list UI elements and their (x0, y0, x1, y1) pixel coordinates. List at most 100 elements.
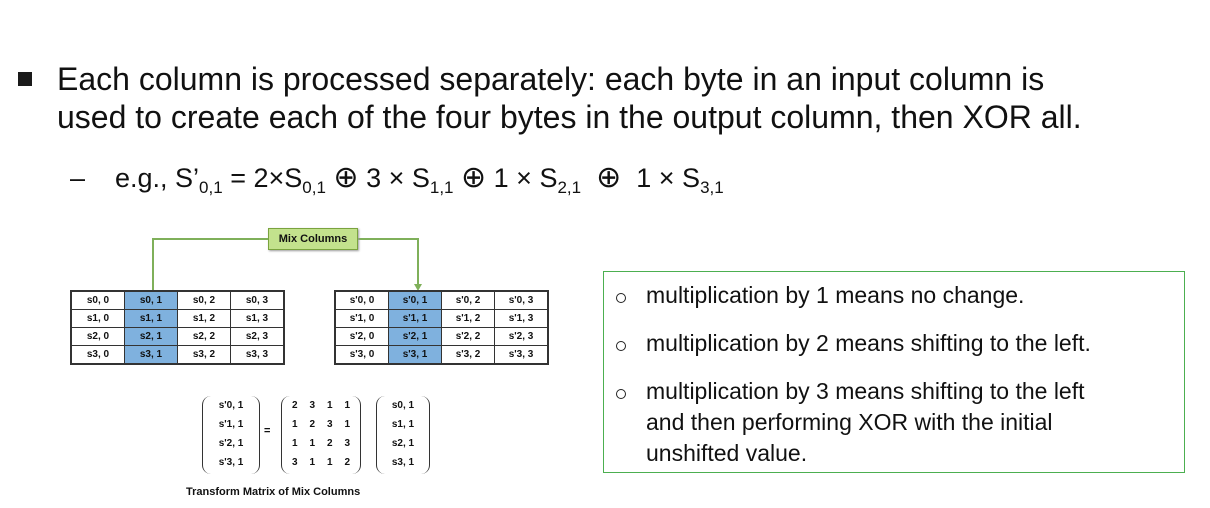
vector-cell: s1, 1 (391, 419, 415, 430)
xor-symbol: ⊕ (333, 161, 359, 194)
matrix-row: 2311 (282, 396, 360, 415)
input-column-vector: s0, 1 s1, 1 s2, 1 s3, 1 (376, 396, 430, 474)
grid-row: s'2, 0 s'2, 1 s'2, 2 s'2, 3 (334, 327, 549, 346)
notes-box: multiplication by 1 means no change. mul… (603, 271, 1185, 473)
grid-row: s'1, 0 s'1, 1 s'1, 2 s'1, 3 (334, 309, 549, 328)
grid-cell: s'1, 0 (334, 309, 389, 328)
matrix-row: 1231 (282, 415, 360, 434)
grid-cell: s'3, 3 (494, 345, 549, 365)
grid-cell: s'1, 2 (441, 309, 495, 328)
transform-matrix: 2311123111233112 (281, 396, 361, 474)
matrix-cell: 3 (309, 400, 316, 411)
grid-cell-highlighted: s2, 1 (124, 327, 178, 346)
matrix-cell: 1 (309, 438, 316, 449)
formula-term: = 2×S (222, 163, 303, 193)
grid-cell-highlighted: s1, 1 (124, 309, 178, 328)
formula-sub: 2,1 (557, 178, 582, 197)
matrix-cell: 1 (291, 438, 298, 449)
grid-row: s'3, 0 s'3, 1 s'3, 2 s'3, 3 (334, 345, 549, 365)
grid-cell: s'0, 0 (334, 290, 389, 310)
diagram-caption: Transform Matrix of Mix Columns (186, 486, 361, 498)
grid-cell: s1, 3 (230, 309, 285, 328)
note-text: multiplication by 2 means shifting to th… (646, 330, 1091, 356)
equals-sign: = (264, 425, 271, 437)
matrix-row: 1123 (282, 434, 360, 453)
grid-cell: s'2, 2 (441, 327, 495, 346)
note-text: multiplication by 1 means no change. (646, 282, 1025, 308)
grid-row: s2, 0 s2, 1 s2, 2 s2, 3 (70, 327, 285, 346)
vector-cell: s0, 1 (391, 400, 415, 411)
grid-cell: s'0, 3 (494, 290, 549, 310)
vector-cell: s'2, 1 (218, 438, 244, 449)
formula-sub: 3,1 (700, 178, 724, 197)
matrix-cell: 2 (344, 457, 351, 468)
grid-cell-highlighted: s3, 1 (124, 345, 178, 365)
matrix-cell: 2 (326, 438, 333, 449)
matrix-cell: 2 (291, 400, 298, 411)
grid-row: s0, 0 s0, 1 s0, 2 s0, 3 (70, 290, 285, 310)
matrix-cell: 1 (326, 457, 333, 468)
circle-bullet-icon (616, 341, 626, 351)
grid-cell: s0, 3 (230, 290, 285, 310)
matrix-cell: 3 (291, 457, 298, 468)
grid-row: s1, 0 s1, 1 s1, 2 s1, 3 (70, 309, 285, 328)
matrix-row: 3112 (282, 453, 360, 472)
input-state-grid: s0, 0 s0, 1 s0, 2 s0, 3 s1, 0 s1, 1 s1, 2 s1, 3… (70, 290, 285, 365)
matrix-cell: 3 (344, 438, 351, 449)
note-text: unshifted value. (646, 440, 808, 466)
grid-cell: s'3, 2 (441, 345, 495, 365)
grid-cell: s2, 2 (177, 327, 231, 346)
vector-cell: s3, 1 (391, 457, 415, 468)
formula-prefix: e.g., S’ (115, 163, 200, 193)
connector-line (152, 238, 268, 240)
grid-cell: s3, 2 (177, 345, 231, 365)
vector-cell: s2, 1 (391, 438, 415, 449)
note-text: and then performing XOR with the initial (646, 409, 1053, 435)
grid-cell: s3, 3 (230, 345, 285, 365)
bullet-text-line-1: Each column is processed separately: eac… (57, 61, 1045, 97)
connector-line (356, 238, 418, 240)
note-text: multiplication by 3 means shifting to th… (646, 378, 1085, 404)
formula-term: 1 × S (486, 163, 558, 193)
formula-term: 3 × S (358, 163, 430, 193)
formula-sub: 1,1 (429, 178, 454, 197)
grid-cell: s0, 0 (70, 290, 125, 310)
connector-line (417, 238, 419, 285)
note-text-block: multiplication by 3 means shifting to th… (646, 376, 1085, 469)
matrix-cell: 2 (309, 419, 316, 430)
connector-line (152, 238, 154, 290)
bullet-text-line-2: used to create each of the four bytes in… (57, 99, 1082, 135)
dash-bullet: – (70, 163, 86, 193)
grid-cell: s1, 0 (70, 309, 125, 328)
matrix-cell: 1 (344, 419, 351, 430)
vector-cell: s'0, 1 (218, 400, 244, 411)
xor-symbol: ⊕ (461, 161, 487, 194)
matrix-cell: 3 (326, 419, 333, 430)
grid-cell: s'2, 0 (334, 327, 389, 346)
grid-cell: s2, 3 (230, 327, 285, 346)
circle-bullet-icon (616, 293, 626, 303)
grid-row: s'0, 0 s'0, 1 s'0, 2 s'0, 3 (334, 290, 549, 310)
grid-cell: s0, 2 (177, 290, 231, 310)
grid-cell-highlighted: s'1, 1 (388, 309, 442, 328)
vector-cell: s'3, 1 (218, 457, 244, 468)
grid-cell: s2, 0 (70, 327, 125, 346)
formula-term: 1 × S (628, 163, 701, 193)
formula-sub: 0,1 (199, 178, 223, 197)
grid-cell: s3, 0 (70, 345, 125, 365)
grid-cell: s'0, 2 (441, 290, 495, 310)
grid-cell: s'1, 3 (494, 309, 549, 328)
output-column-vector: s'0, 1 s'1, 1 s'2, 1 s'3, 1 (202, 396, 260, 474)
xor-symbol: ⊕ (596, 161, 622, 194)
grid-row: s3, 0 s3, 1 s3, 2 s3, 3 (70, 345, 285, 365)
matrix-cell: 1 (344, 400, 351, 411)
grid-cell-highlighted: s'3, 1 (388, 345, 442, 365)
vector-cell: s'1, 1 (218, 419, 244, 430)
output-state-grid: s'0, 0 s'0, 1 s'0, 2 s'0, 3 s'1, 0 s'1, 1 s'1,… (334, 290, 549, 365)
mix-columns-label: Mix Columns (268, 228, 358, 250)
grid-cell: s'2, 3 (494, 327, 549, 346)
grid-cell: s1, 2 (177, 309, 231, 328)
grid-cell-highlighted: s'0, 1 (388, 290, 442, 310)
grid-cell-highlighted: s'2, 1 (388, 327, 442, 346)
circle-bullet-icon (616, 389, 626, 399)
